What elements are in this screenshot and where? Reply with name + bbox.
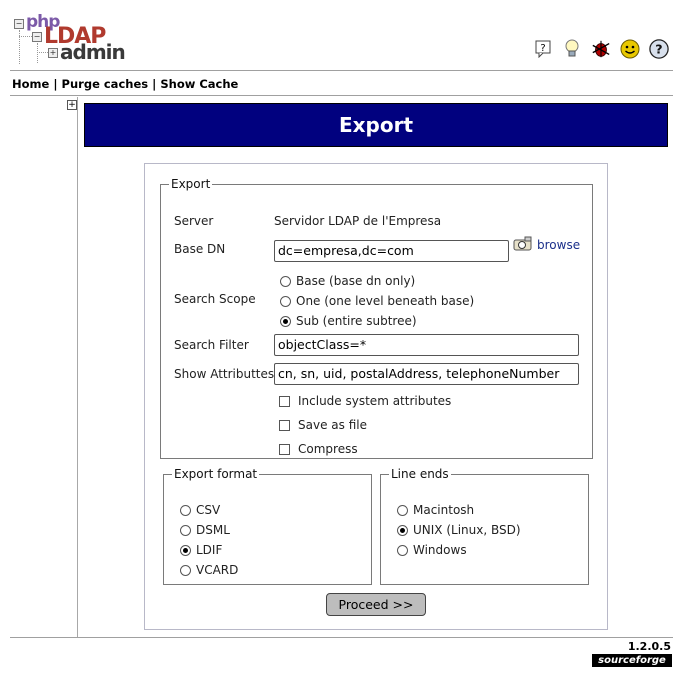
export-format-legend: Export format	[174, 467, 258, 481]
scope-base-radio[interactable]: Base (base dn only)	[280, 274, 415, 288]
svg-text:?: ?	[655, 42, 662, 57]
radio-button-icon	[180, 504, 191, 516]
line-ends-windows-radio[interactable]: Windows	[397, 543, 467, 557]
radio-button-icon	[280, 295, 291, 307]
radio-button-icon	[397, 544, 408, 556]
phpldapadmin-logo[interactable]: − − + php LDAP admin	[13, 12, 126, 64]
logo-tree-box-icon: −	[14, 19, 24, 29]
scope-base-label: Base (base dn only)	[296, 274, 416, 288]
radio-button-icon	[280, 275, 291, 287]
nav-separator: |	[152, 77, 157, 91]
scope-one-radio[interactable]: One (one level beneath base)	[280, 294, 474, 308]
browse-label: browse	[537, 238, 581, 252]
save-as-file-checkbox[interactable]: Save as file	[279, 418, 367, 432]
line-ends-unix-radio[interactable]: UNIX (Linux, BSD)	[397, 523, 521, 537]
browse-icon	[513, 236, 532, 251]
footer-divider	[10, 637, 673, 638]
search-scope-label: Search Scope	[174, 292, 256, 306]
tree-pane: +	[10, 97, 78, 637]
nav-show-cache-link[interactable]: Show Cache	[160, 77, 238, 91]
checkbox-icon	[279, 443, 290, 455]
format-vcard-label: VCARD	[196, 563, 239, 577]
logo-tree-box-icon: −	[32, 32, 42, 42]
scope-sub-radio[interactable]: Sub (entire subtree)	[280, 314, 417, 328]
radio-button-icon	[397, 504, 408, 516]
base-dn-input[interactable]: dc=empresa,dc=com	[274, 240, 509, 262]
nav-divider	[10, 95, 673, 96]
search-filter-label: Search Filter	[174, 338, 249, 352]
radio-button-icon	[397, 524, 408, 536]
export-format-fieldset: Export format CSV DSML LDIF VCARD	[163, 467, 372, 585]
compress-label: Compress	[298, 442, 358, 456]
line-ends-legend: Line ends	[391, 467, 449, 481]
scope-one-label: One (one level beneath base)	[296, 294, 475, 308]
smiley-icon[interactable]	[620, 39, 640, 59]
format-ldif-label: LDIF	[196, 543, 223, 557]
radio-button-icon	[180, 564, 191, 576]
export-legend: Export	[171, 177, 211, 191]
show-attributes-label: Show Attributtes	[174, 367, 275, 381]
question-icon[interactable]: ?	[649, 39, 669, 59]
nav-separator: |	[53, 77, 58, 91]
format-csv-label: CSV	[196, 503, 221, 517]
show-attributes-input[interactable]: cn, sn, uid, postalAddress, telephoneNum…	[274, 363, 579, 385]
header-icons: ? ?	[533, 39, 669, 59]
include-system-attributes-label: Include system attributes	[298, 394, 452, 408]
lightbulb-icon[interactable]	[562, 39, 582, 59]
server-value: Servidor LDAP de l'Empresa	[274, 214, 442, 228]
export-form: Export Server Servidor LDAP de l'Empresa…	[144, 163, 608, 630]
save-as-file-label: Save as file	[298, 418, 367, 432]
svg-text:?: ?	[540, 43, 545, 54]
expand-tree-icon[interactable]: +	[67, 100, 77, 110]
version-text: 1.2.0.5	[627, 640, 671, 653]
scope-sub-label: Sub (entire subtree)	[296, 314, 417, 328]
format-csv-radio[interactable]: CSV	[180, 503, 220, 517]
top-nav: Home | Purge caches | Show Cache	[12, 77, 238, 91]
line-ends-unix-label: UNIX (Linux, BSD)	[413, 523, 521, 537]
line-ends-fieldset: Line ends Macintosh UNIX (Linux, BSD) Wi…	[380, 467, 589, 585]
search-filter-input[interactable]: objectClass=*	[274, 334, 579, 356]
server-label: Server	[174, 214, 214, 228]
bug-icon[interactable]	[591, 39, 611, 59]
header-divider	[10, 70, 673, 71]
export-fieldset: Export Server Servidor LDAP de l'Empresa…	[160, 177, 593, 459]
line-ends-macintosh-radio[interactable]: Macintosh	[397, 503, 474, 517]
format-vcard-radio[interactable]: VCARD	[180, 563, 238, 577]
format-dsml-radio[interactable]: DSML	[180, 523, 230, 537]
radio-button-icon	[180, 524, 191, 536]
line-ends-macintosh-label: Macintosh	[413, 503, 475, 517]
compress-checkbox[interactable]: Compress	[279, 442, 358, 456]
radio-button-icon	[280, 315, 291, 327]
sourceforge-logo[interactable]: sourceforge	[592, 654, 672, 667]
logo-tree-box-icon: +	[48, 48, 58, 58]
logo-admin-text: admin	[60, 40, 126, 64]
line-ends-windows-label: Windows	[413, 543, 467, 557]
format-dsml-label: DSML	[196, 523, 230, 537]
checkbox-icon	[279, 395, 290, 407]
format-ldif-radio[interactable]: LDIF	[180, 543, 222, 557]
radio-button-icon	[180, 544, 191, 556]
proceed-button[interactable]: Proceed >>	[326, 593, 426, 616]
include-system-attributes-checkbox[interactable]: Include system attributes	[279, 394, 451, 408]
nav-purge-caches-link[interactable]: Purge caches	[62, 77, 149, 91]
base-dn-label: Base DN	[174, 242, 226, 256]
browse-link[interactable]: browse	[513, 236, 580, 252]
nav-home-link[interactable]: Home	[12, 77, 49, 91]
help-icon[interactable]: ?	[533, 39, 553, 59]
checkbox-icon	[279, 419, 290, 431]
page-title: Export	[84, 103, 668, 147]
